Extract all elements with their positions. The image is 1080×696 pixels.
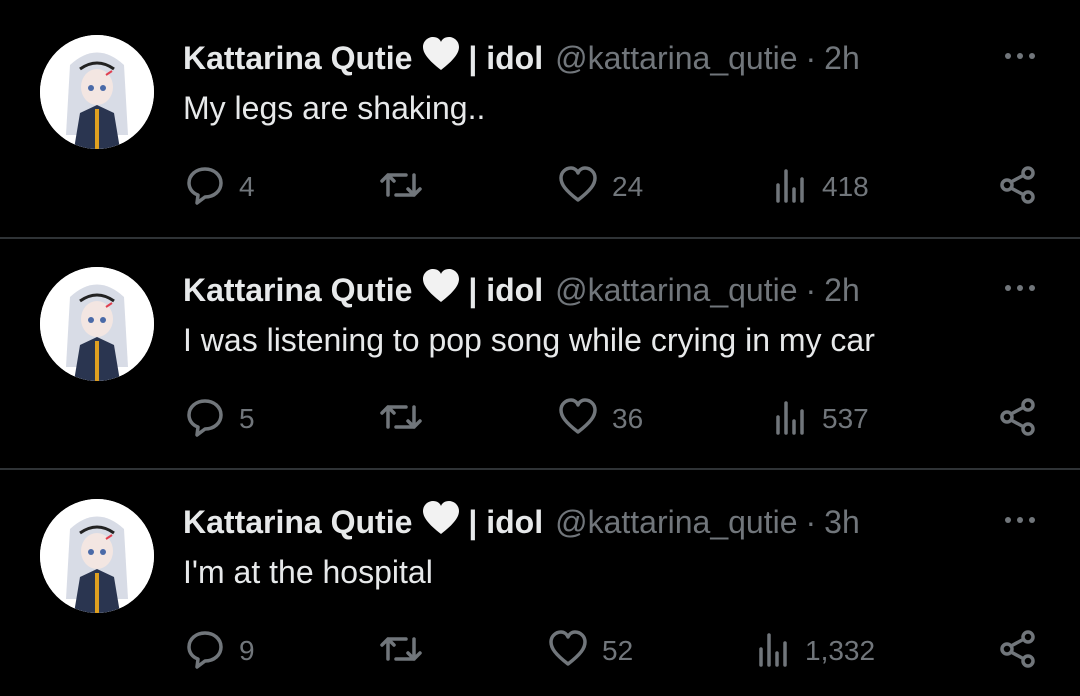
author-handle[interactable]: @kattarina_qutie bbox=[555, 504, 797, 541]
author-name[interactable]: Kattarina Qutie bbox=[183, 40, 412, 77]
like-button[interactable]: 52 bbox=[548, 626, 633, 676]
view-count: 1,332 bbox=[805, 635, 876, 666]
timestamp[interactable]: 2h bbox=[824, 272, 860, 309]
reply-icon bbox=[185, 397, 225, 442]
like-icon bbox=[558, 165, 598, 210]
author-handle[interactable]: @kattarina_qutie bbox=[555, 272, 797, 309]
author-name-suffix: | idol bbox=[468, 39, 544, 76]
white-heart-icon bbox=[422, 501, 460, 543]
views-icon bbox=[772, 399, 808, 440]
author-name[interactable]: Kattarina Qutie bbox=[183, 272, 412, 309]
avatar[interactable] bbox=[40, 35, 154, 149]
timestamp[interactable]: 3h bbox=[824, 504, 860, 541]
like-icon bbox=[548, 629, 588, 674]
share-button[interactable] bbox=[998, 162, 1038, 212]
like-button[interactable]: 36 bbox=[558, 394, 643, 444]
author-name-suffix: | idol bbox=[468, 271, 544, 308]
view-count: 418 bbox=[822, 171, 869, 202]
more-options-icon[interactable] bbox=[1000, 510, 1040, 530]
share-icon bbox=[998, 165, 1038, 210]
white-heart-icon bbox=[422, 269, 460, 311]
author-handle[interactable]: @kattarina_qutie bbox=[555, 40, 797, 77]
like-button[interactable]: 24 bbox=[558, 162, 643, 212]
share-button[interactable] bbox=[998, 626, 1038, 676]
more-options-icon[interactable] bbox=[1000, 278, 1040, 298]
retweet-icon bbox=[378, 397, 424, 442]
white-heart-icon bbox=[422, 37, 460, 79]
tweet[interactable]: Kattarina Qutie | idol @kattarina_qutie … bbox=[0, 232, 1080, 464]
tweet-actions: 5 36 537 bbox=[0, 394, 1080, 444]
views-button[interactable]: 537 bbox=[772, 394, 869, 444]
reply-button[interactable]: 9 bbox=[185, 626, 255, 676]
like-count: 36 bbox=[612, 403, 644, 434]
avatar[interactable] bbox=[40, 267, 154, 381]
reply-icon bbox=[185, 165, 225, 210]
separator-dot: · bbox=[805, 271, 817, 308]
tweet[interactable]: Kattarina Qutie | idol @kattarina_qutie … bbox=[0, 0, 1080, 232]
tweet-header: Kattarina Qutie | idol @kattarina_qutie … bbox=[183, 269, 860, 311]
share-button[interactable] bbox=[998, 394, 1038, 444]
retweet-button[interactable] bbox=[378, 394, 438, 444]
retweet-icon bbox=[378, 629, 424, 674]
reply-count: 4 bbox=[239, 171, 255, 202]
share-icon bbox=[998, 629, 1038, 674]
reply-icon bbox=[185, 629, 225, 674]
like-icon bbox=[558, 397, 598, 442]
tweet-actions: 4 24 418 bbox=[0, 162, 1080, 212]
reply-count: 9 bbox=[239, 635, 255, 666]
author-name-suffix: | idol bbox=[468, 503, 544, 540]
share-icon bbox=[998, 397, 1038, 442]
separator-dot: · bbox=[805, 39, 817, 76]
timestamp[interactable]: 2h bbox=[824, 40, 860, 77]
retweet-button[interactable] bbox=[378, 626, 438, 676]
retweet-icon bbox=[378, 165, 424, 210]
views-button[interactable]: 1,332 bbox=[755, 626, 875, 676]
tweet-text: I was listening to pop song while crying… bbox=[183, 322, 875, 358]
like-count: 52 bbox=[602, 635, 634, 666]
tweet-text: I'm at the hospital bbox=[183, 554, 433, 590]
reply-button[interactable]: 4 bbox=[185, 162, 255, 212]
reply-button[interactable]: 5 bbox=[185, 394, 255, 444]
like-count: 24 bbox=[612, 171, 644, 202]
author-name[interactable]: Kattarina Qutie bbox=[183, 504, 412, 541]
views-icon bbox=[772, 167, 808, 208]
view-count: 537 bbox=[822, 403, 869, 434]
views-button[interactable]: 418 bbox=[772, 162, 869, 212]
avatar[interactable] bbox=[40, 499, 154, 613]
views-icon bbox=[755, 631, 791, 672]
retweet-button[interactable] bbox=[378, 162, 438, 212]
more-options-icon[interactable] bbox=[1000, 46, 1040, 66]
tweet-header: Kattarina Qutie | idol @kattarina_qutie … bbox=[183, 37, 860, 79]
tweet-actions: 9 52 1,332 bbox=[0, 626, 1080, 676]
reply-count: 5 bbox=[239, 403, 255, 434]
separator-dot: · bbox=[805, 503, 817, 540]
tweet-header: Kattarina Qutie | idol @kattarina_qutie … bbox=[183, 501, 860, 543]
tweet-text: My legs are shaking.. bbox=[183, 90, 486, 126]
tweet[interactable]: Kattarina Qutie | idol @kattarina_qutie … bbox=[0, 464, 1080, 696]
